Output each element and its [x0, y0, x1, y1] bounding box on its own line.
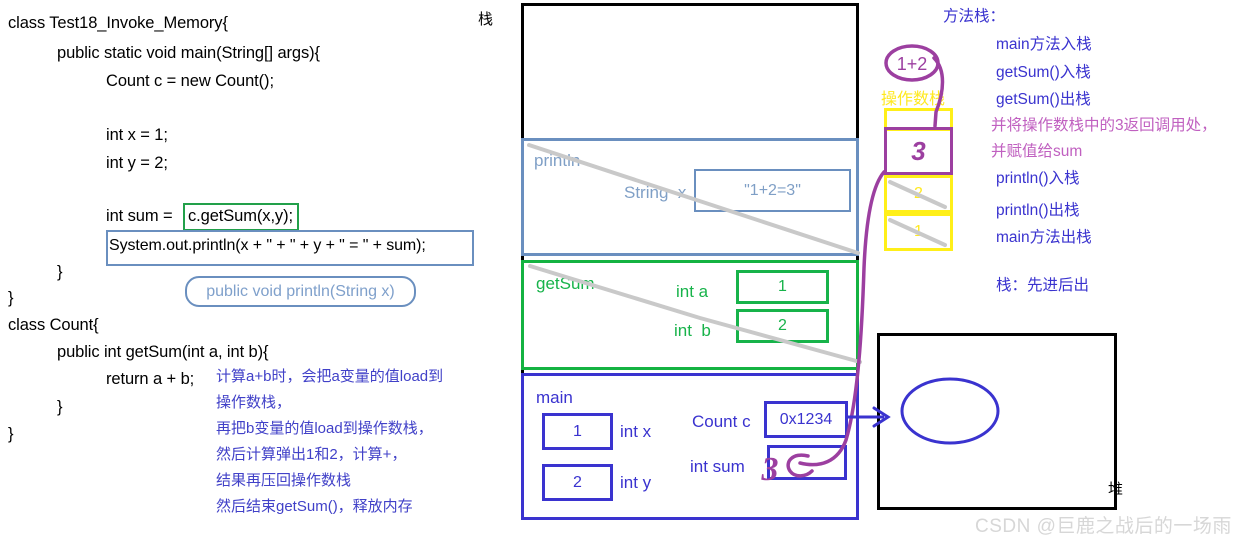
code-note: 然后计算弹出1和2，计算+， [216, 446, 407, 463]
code-note: 计算a+b时，会把a变量的值load到 [216, 368, 444, 385]
heap-box [877, 333, 1117, 510]
slot-value-box [767, 445, 847, 480]
code-line: public static void main(String[] args){ [57, 44, 320, 62]
method-stack-note: main方法出栈 [996, 229, 1092, 246]
println-signature-pill: public void println(String x) [185, 276, 416, 307]
slot-value-box: 2 [542, 464, 613, 501]
watermark: CSDN @巨鹿之战后的一场雨 [975, 516, 1232, 537]
slot-label: int x [620, 422, 652, 441]
operand-stack-cell-highlight [884, 127, 953, 175]
method-stack-note: 并将操作数栈中的3返回调用处， [991, 117, 1217, 134]
code-line: int y = 2; [106, 154, 168, 172]
method-stack-note: getSum()出栈 [996, 91, 1091, 108]
operand-sum-bubble-ellipse [884, 44, 940, 82]
code-line: Count c = new Count(); [106, 72, 274, 90]
operand-stack-label: 操作数栈 [881, 91, 946, 108]
code-line: public int getSum(int a, int b){ [57, 343, 269, 361]
method-stack-footer: 栈：先进后出 [996, 277, 1090, 294]
code-line: class Count{ [8, 316, 99, 334]
slot-label: int sum [690, 457, 745, 476]
stack-title-label: 栈 [478, 11, 494, 28]
method-stack-note: main方法入栈 [996, 36, 1092, 53]
code-line: class Test18_Invoke_Memory{ [8, 14, 228, 32]
slot-label: int y [620, 473, 652, 492]
code-line: int x = 1; [106, 126, 168, 144]
code-line: int sum = [106, 207, 173, 225]
code-line: } [57, 398, 63, 416]
stack-frame-println: println String x "1+2=3" [521, 138, 859, 256]
code-line: } [8, 289, 14, 307]
stack-frame-label: getSum [536, 274, 595, 293]
slot-value-box: 1 [542, 413, 613, 450]
slot-label: int a [676, 282, 709, 301]
method-stack-note: getSum()入栈 [996, 64, 1091, 81]
operand-sum-bubble-text: 1+2 [897, 54, 928, 74]
operand-stack-cell: 2 [884, 175, 953, 213]
stack-frame-getsum: getSum int a 1 int b 2 [521, 260, 859, 370]
stack-frame-label: println [534, 151, 581, 170]
slot-label: String x [624, 183, 687, 202]
code-note: 再把b变量的值load到操作数栈， [216, 420, 433, 437]
method-stack-title: 方法栈： [943, 8, 1006, 25]
heap-label: 堆 [1108, 481, 1124, 498]
code-line: } [57, 263, 63, 281]
diagram-canvas: class Test18_Invoke_Memory{ public stati… [0, 0, 1243, 543]
slot-value-box: 1 [736, 270, 829, 304]
stack-frame-label: main [536, 388, 573, 407]
slot-value-box: 2 [736, 309, 829, 343]
code-panel: class Test18_Invoke_Memory{ public stati… [0, 0, 500, 543]
slot-label: Count c [692, 412, 751, 431]
method-stack-note: 并赋值给sum [991, 143, 1083, 160]
operand-stack-cell: 1 [884, 213, 953, 251]
method-stack-note: println()入栈 [996, 170, 1080, 187]
slot-label: int b [674, 321, 711, 340]
println-call-highlight-box [106, 230, 474, 266]
code-line: return a + b; [106, 370, 195, 388]
code-note: 然后结束getSum()，释放内存 [216, 498, 413, 515]
method-stack-note: println()出栈 [996, 202, 1080, 219]
code-note: 操作数栈， [216, 394, 292, 411]
slot-value-box: "1+2=3" [694, 169, 851, 212]
getsum-call-highlight-box [183, 203, 299, 231]
stack-frame-main: main 1 int x 2 int y Count c 0x1234 int … [521, 373, 859, 520]
code-line: } [8, 425, 14, 443]
code-note: 结果再压回操作数栈 [216, 472, 352, 489]
slot-value-box: 0x1234 [764, 401, 848, 438]
